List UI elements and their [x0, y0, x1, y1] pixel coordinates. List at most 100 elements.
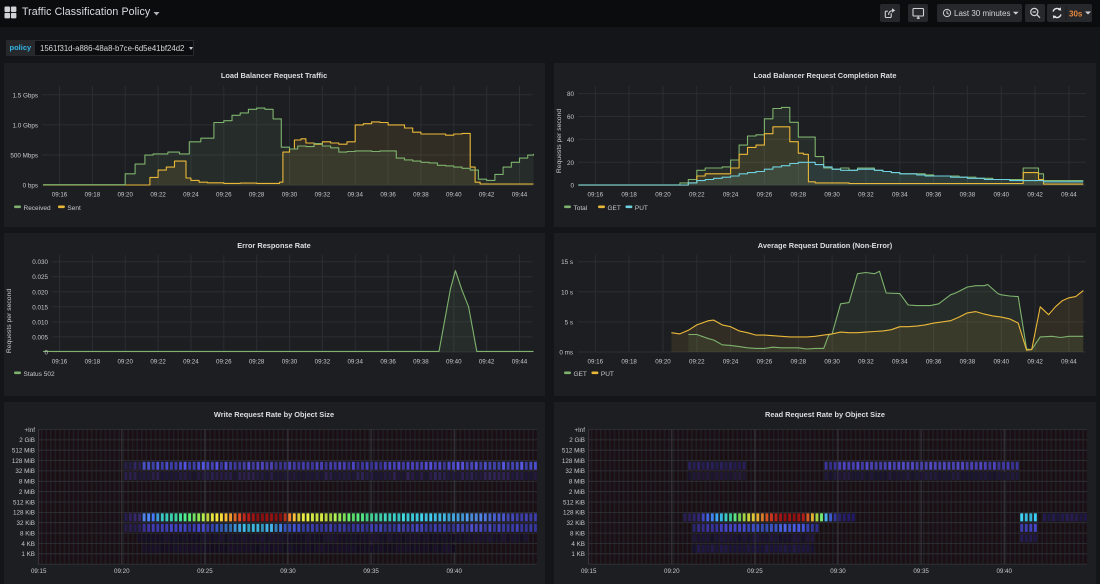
svg-text:09:26: 09:26	[757, 359, 773, 366]
svg-text:09:22: 09:22	[689, 192, 705, 199]
svg-text:Average Request Duration (Non-: Average Request Duration (Non-Error)	[758, 241, 893, 250]
svg-text:09:44: 09:44	[1061, 359, 1077, 366]
svg-text:09:18: 09:18	[621, 192, 637, 199]
svg-text:32 MiB: 32 MiB	[15, 468, 35, 475]
svg-text:09:32: 09:32	[858, 192, 874, 199]
svg-text:09:38: 09:38	[413, 359, 429, 366]
svg-text:09:22: 09:22	[150, 359, 166, 366]
svg-text:09:24: 09:24	[183, 359, 199, 366]
svg-text:09:22: 09:22	[150, 192, 166, 199]
svg-text:1.0 Gbps: 1.0 Gbps	[12, 122, 38, 129]
svg-text:09:36: 09:36	[380, 359, 396, 366]
svg-text:4 KB: 4 KB	[571, 541, 585, 548]
svg-text:09:20: 09:20	[655, 359, 671, 366]
svg-text:GET: GET	[608, 205, 621, 212]
svg-text:30s: 30s	[1069, 10, 1083, 19]
svg-text:09:30: 09:30	[282, 192, 298, 199]
svg-text:128 MiB: 128 MiB	[562, 458, 585, 465]
svg-text:09:40: 09:40	[446, 359, 462, 366]
svg-text:09:15: 09:15	[31, 568, 47, 575]
svg-text:0.010: 0.010	[32, 319, 48, 326]
svg-text:512 MiB: 512 MiB	[12, 448, 35, 455]
svg-text:09:20: 09:20	[114, 568, 130, 575]
svg-text:09:16: 09:16	[52, 192, 68, 199]
svg-text:128 MiB: 128 MiB	[12, 458, 35, 465]
svg-text:+Inf: +Inf	[24, 427, 35, 434]
svg-text:09:32: 09:32	[858, 359, 874, 366]
svg-text:60: 60	[567, 114, 575, 121]
svg-text:5 s: 5 s	[565, 319, 573, 326]
svg-text:09:25: 09:25	[197, 568, 213, 575]
svg-text:09:24: 09:24	[723, 359, 739, 366]
svg-text:20: 20	[567, 160, 575, 167]
svg-text:09:20: 09:20	[655, 192, 671, 199]
svg-text:GET: GET	[574, 371, 587, 378]
svg-text:09:38: 09:38	[960, 359, 976, 366]
svg-text:Last 30 minutes: Last 30 minutes	[954, 9, 1010, 18]
svg-text:09:34: 09:34	[892, 359, 908, 366]
svg-text:09:40: 09:40	[996, 568, 1012, 575]
svg-text:1 KB: 1 KB	[21, 551, 35, 558]
svg-text:8 KiB: 8 KiB	[20, 530, 35, 537]
svg-text:2 MiB: 2 MiB	[569, 489, 585, 496]
svg-text:Status 502: Status 502	[24, 371, 55, 378]
svg-text:09:20: 09:20	[664, 568, 680, 575]
svg-text:32 MiB: 32 MiB	[565, 468, 585, 475]
svg-text:09:40: 09:40	[446, 568, 462, 575]
svg-text:0.030: 0.030	[32, 259, 48, 266]
svg-text:4 KB: 4 KB	[21, 541, 35, 548]
svg-text:Load Balancer Request Completi: Load Balancer Request Completion Rate	[754, 71, 897, 80]
svg-text:09:20: 09:20	[117, 192, 133, 199]
svg-text:09:16: 09:16	[52, 359, 68, 366]
svg-text:09:35: 09:35	[363, 568, 379, 575]
svg-text:2 GiB: 2 GiB	[569, 437, 585, 444]
svg-text:Error Response Rate: Error Response Rate	[237, 241, 311, 250]
svg-text:Load Balancer Request Traffic: Load Balancer Request Traffic	[221, 71, 327, 80]
svg-text:09:26: 09:26	[216, 192, 232, 199]
svg-text:09:28: 09:28	[249, 192, 265, 199]
svg-text:09:18: 09:18	[85, 192, 101, 199]
svg-text:Received: Received	[24, 205, 51, 212]
svg-text:09:44: 09:44	[512, 192, 528, 199]
svg-text:80: 80	[567, 91, 575, 98]
svg-text:8 MiB: 8 MiB	[19, 479, 35, 486]
svg-text:09:42: 09:42	[1027, 359, 1043, 366]
svg-text:09:44: 09:44	[512, 359, 528, 366]
svg-text:0 ms: 0 ms	[559, 350, 573, 357]
svg-text:500 Mbps: 500 Mbps	[10, 153, 38, 160]
svg-text:09:24: 09:24	[723, 192, 739, 199]
svg-text:1.5 Gbps: 1.5 Gbps	[12, 92, 38, 99]
svg-text:32 KiB: 32 KiB	[16, 520, 35, 527]
svg-text:09:24: 09:24	[183, 192, 199, 199]
svg-text:09:30: 09:30	[824, 359, 840, 366]
svg-text:10 s: 10 s	[561, 289, 573, 296]
svg-text:09:30: 09:30	[282, 359, 298, 366]
svg-text:Write Request Rate by Object S: Write Request Rate by Object Size	[214, 410, 334, 419]
svg-text:09:30: 09:30	[830, 568, 846, 575]
svg-text:Requests per second: Requests per second	[556, 109, 563, 173]
svg-text:09:42: 09:42	[1027, 192, 1043, 199]
svg-text:09:36: 09:36	[926, 192, 942, 199]
svg-text:Requests per second: Requests per second	[6, 289, 13, 353]
svg-text:512 KiB: 512 KiB	[13, 499, 35, 506]
svg-text:09:20: 09:20	[117, 359, 133, 366]
svg-text:15 s: 15 s	[561, 259, 573, 266]
svg-text:+Inf: +Inf	[574, 427, 585, 434]
svg-text:09:25: 09:25	[747, 568, 763, 575]
svg-text:0 bps: 0 bps	[23, 183, 38, 190]
svg-text:0.025: 0.025	[32, 274, 48, 281]
svg-text:1 KB: 1 KB	[571, 551, 585, 558]
svg-text:09:40: 09:40	[446, 192, 462, 199]
svg-text:09:42: 09:42	[479, 192, 495, 199]
svg-text:2 MiB: 2 MiB	[19, 489, 35, 496]
svg-text:09:35: 09:35	[913, 568, 929, 575]
svg-text:128 KiB: 128 KiB	[563, 510, 585, 517]
svg-text:09:36: 09:36	[380, 192, 396, 199]
svg-text:09:34: 09:34	[892, 192, 908, 199]
svg-text:09:28: 09:28	[249, 359, 265, 366]
svg-text:09:16: 09:16	[588, 359, 604, 366]
svg-text:09:18: 09:18	[85, 359, 101, 366]
svg-text:09:38: 09:38	[413, 192, 429, 199]
svg-text:09:15: 09:15	[581, 568, 597, 575]
svg-text:09:44: 09:44	[1061, 192, 1077, 199]
